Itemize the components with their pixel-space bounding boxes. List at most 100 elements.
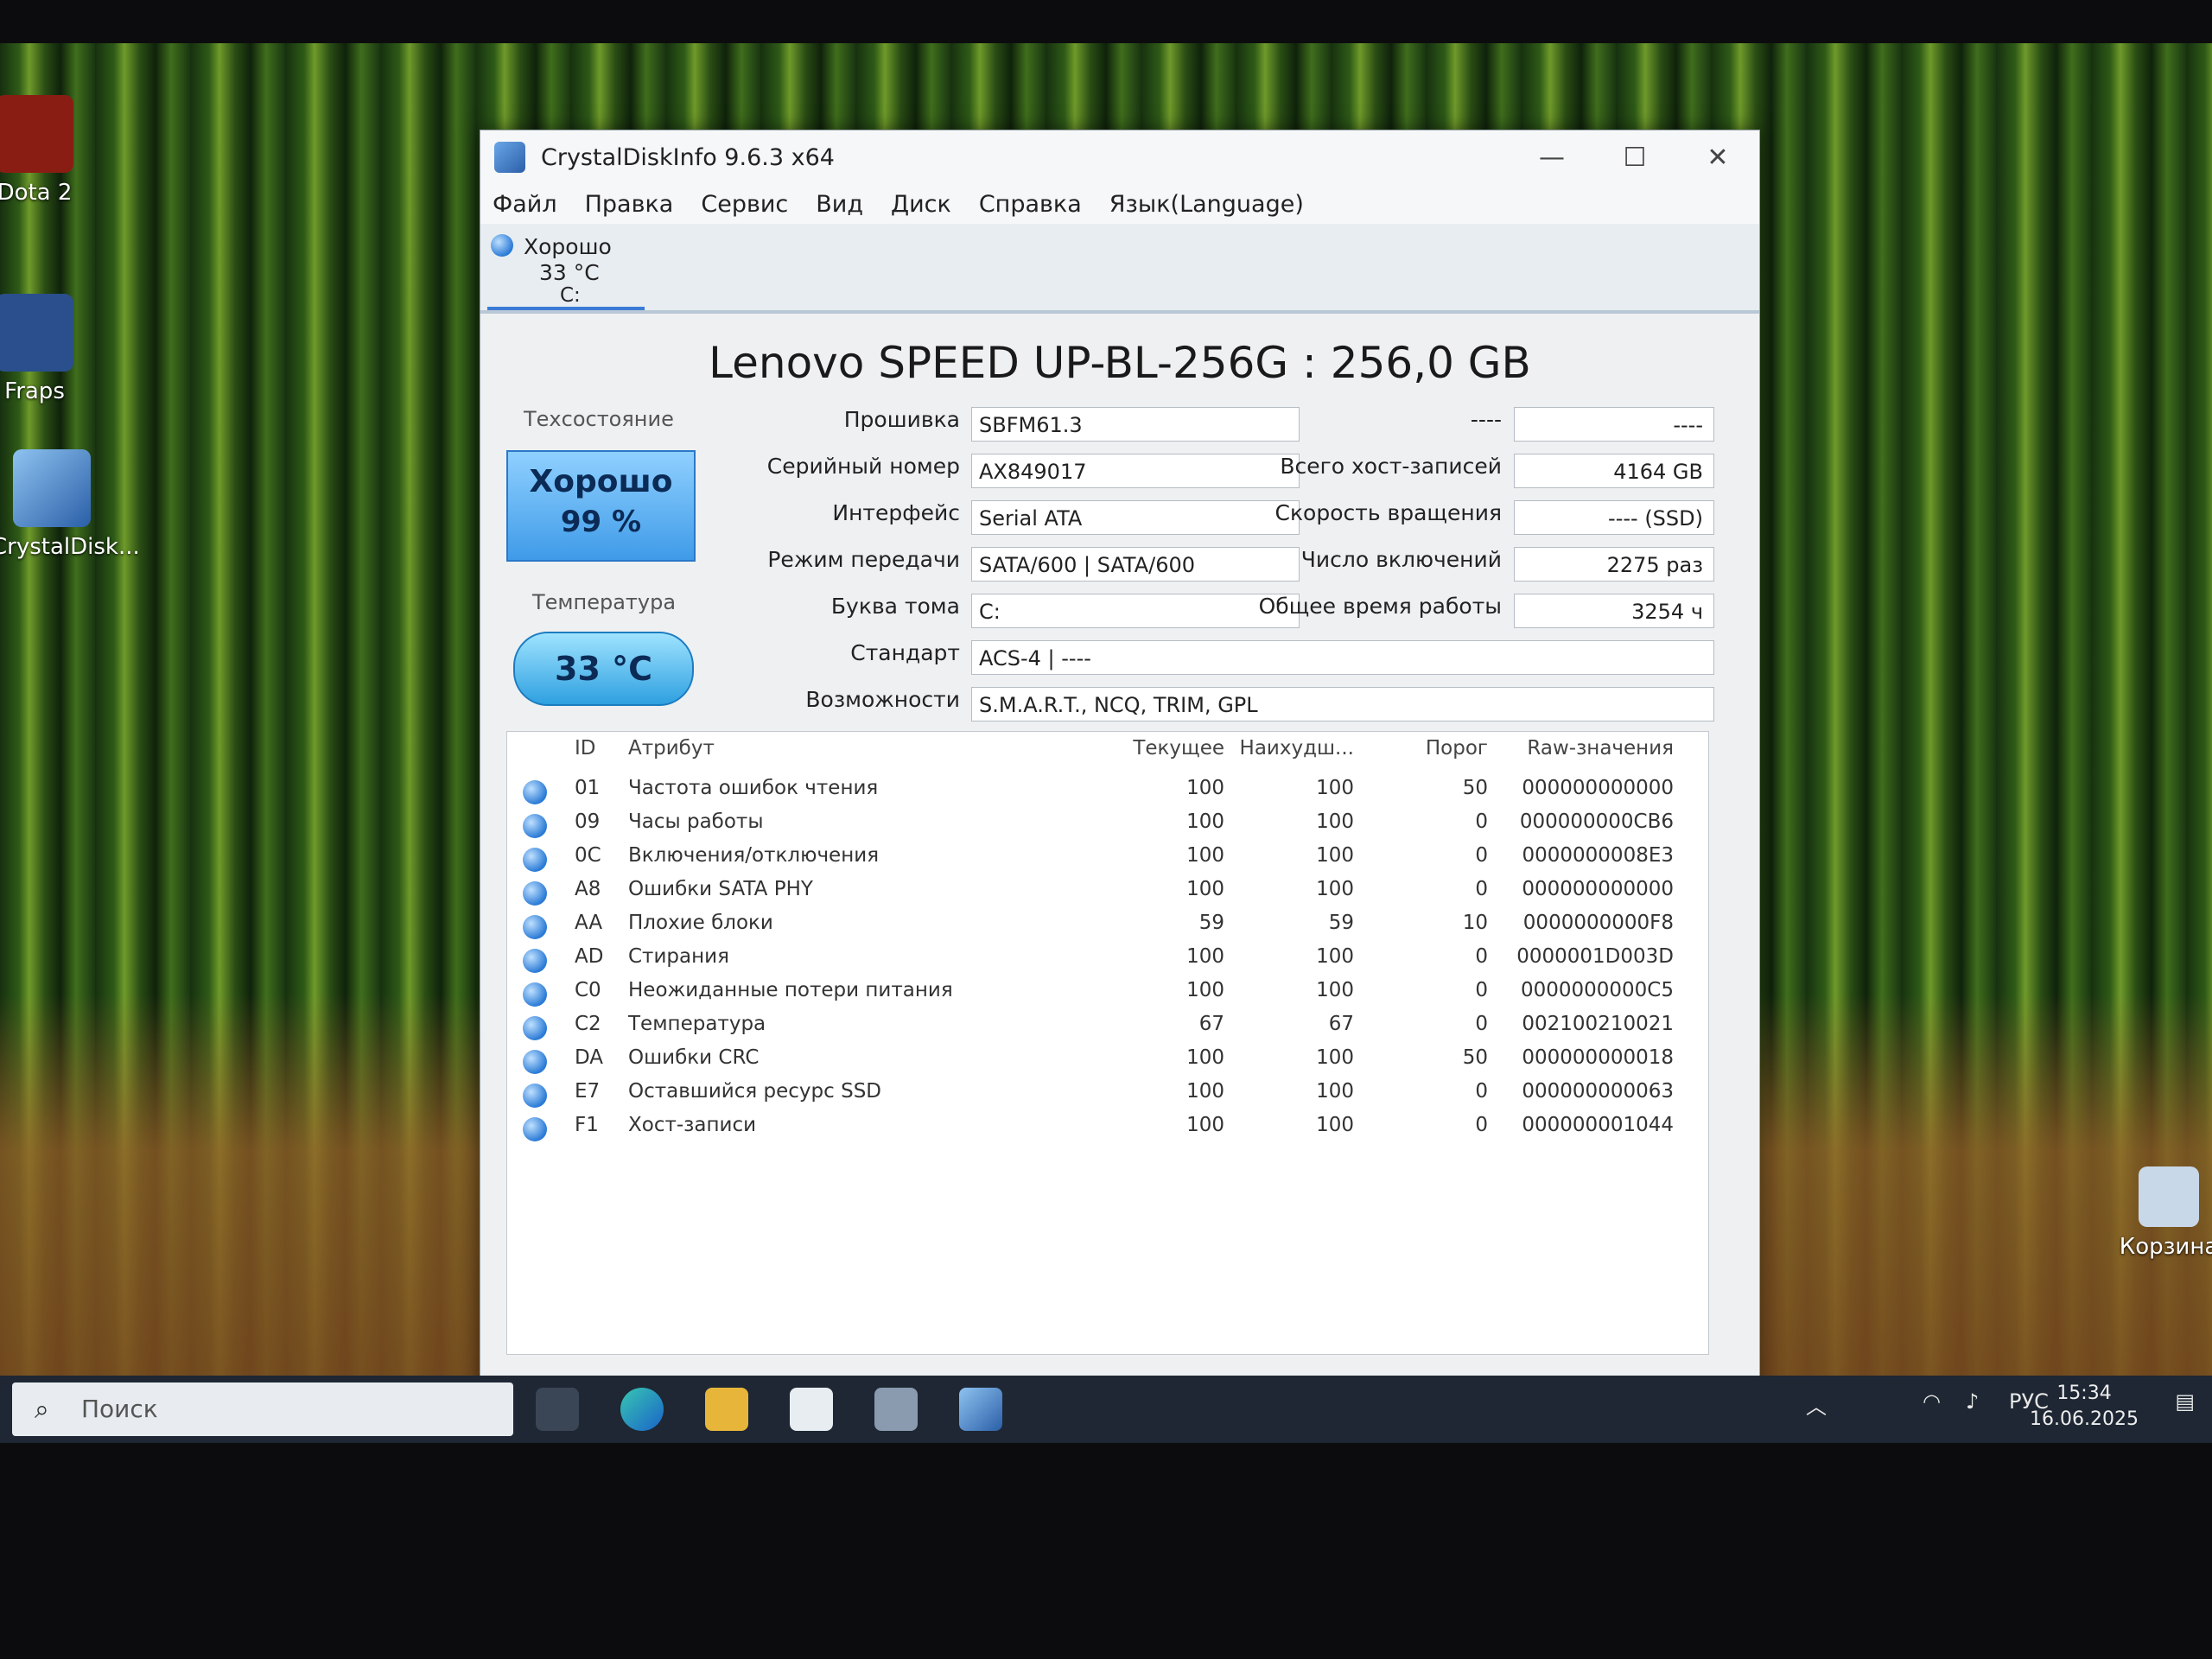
info-standard-field: ACS-4 | ---- [971, 640, 1714, 675]
menu-disk[interactable]: Диск [891, 191, 951, 218]
table-row[interactable]: AA Плохие блоки 59 59 10 0000000000F8 [507, 912, 1708, 944]
info-unknown-label: ---- [1310, 407, 1502, 442]
info-firmware-label: Прошивка [480, 407, 960, 442]
menu-service[interactable]: Сервис [701, 191, 788, 218]
menu-view[interactable]: Вид [816, 191, 863, 218]
cell-current: 100 [1186, 1046, 1224, 1069]
desktop-icon-crystaldisk[interactable]: CrystalDisk... [0, 449, 140, 560]
disk-tab-status: Хорошо [524, 234, 612, 259]
disk-tab-bar: Хорошо 33 °C C: [480, 224, 1759, 314]
disk-tab-letter: C: [560, 284, 581, 307]
info-key: Буква тома [830, 594, 960, 619]
info-serial-label: Серийный номер [480, 454, 960, 488]
desktop-icon-dota2[interactable]: Dota 2 [0, 95, 95, 206]
store-icon[interactable] [790, 1388, 833, 1431]
network-icon[interactable]: ◠ [1923, 1389, 1941, 1414]
title-bar[interactable]: CrystalDiskInfo 9.6.3 x64 — ☐ ✕ [480, 130, 1759, 184]
cell-threshold: 0 [1475, 1080, 1488, 1103]
cell-raw: 000000000018 [1522, 1046, 1674, 1069]
menu-help[interactable]: Справка [979, 191, 1082, 218]
cell-attribute: Плохие блоки [628, 912, 773, 934]
volume-icon[interactable]: ♪ [1966, 1389, 1979, 1414]
cell-current: 100 [1186, 777, 1224, 799]
header-attribute[interactable]: Атрибут [628, 737, 715, 760]
cell-id: C0 [575, 979, 601, 1001]
cell-threshold: 0 [1475, 878, 1488, 900]
header-current[interactable]: Текущее [1133, 737, 1224, 760]
header-id[interactable]: ID [575, 737, 596, 760]
table-row[interactable]: C2 Температура 67 67 0 002100210021 [507, 1013, 1708, 1046]
cell-raw: 000000000000 [1522, 878, 1674, 900]
table-row[interactable]: C0 Неожиданные потери питания 100 100 0 … [507, 979, 1708, 1012]
status-dot-icon [523, 881, 547, 906]
desktop-icon-recycle-bin[interactable]: Корзина [2108, 1166, 2212, 1260]
table-row[interactable]: 01 Частота ошибок чтения 100 100 50 0000… [507, 777, 1708, 810]
menu-edit[interactable]: Правка [585, 191, 674, 218]
cell-threshold: 10 [1462, 912, 1488, 934]
table-row[interactable]: A8 Ошибки SATA PHY 100 100 0 00000000000… [507, 878, 1708, 911]
close-button[interactable]: ✕ [1676, 130, 1759, 184]
cell-id: F1 [575, 1114, 599, 1136]
desktop-icon-fraps[interactable]: Fraps [0, 294, 95, 404]
maximize-button[interactable]: ☐ [1593, 130, 1676, 184]
minimize-button[interactable]: — [1510, 130, 1593, 184]
edge-browser-icon[interactable] [620, 1388, 664, 1431]
cell-threshold: 0 [1475, 945, 1488, 968]
table-row[interactable]: 0C Включения/отключения 100 100 0 000000… [507, 844, 1708, 877]
info-standard-label: Стандарт [480, 640, 960, 675]
table-row[interactable]: E7 Оставшийся ресурс SSD 100 100 0 00000… [507, 1080, 1708, 1113]
crystaldiskinfo-taskbar-icon[interactable] [959, 1388, 1002, 1431]
cell-threshold: 50 [1462, 1046, 1488, 1069]
clock-time: 15:34 [2056, 1382, 2112, 1404]
table-row[interactable]: F1 Хост-записи 100 100 0 000000001044 [507, 1114, 1708, 1147]
table-row[interactable]: AD Стирания 100 100 0 0000001D003D [507, 945, 1708, 978]
info-key: Общее время работы [1258, 594, 1502, 619]
cell-current: 100 [1186, 844, 1224, 867]
cell-attribute: Хост-записи [628, 1114, 757, 1136]
cell-worst: 100 [1316, 979, 1354, 1001]
cell-raw: 002100210021 [1522, 1013, 1674, 1035]
cell-attribute: Ошибки CRC [628, 1046, 760, 1069]
header-worst[interactable]: Наихудш... [1240, 737, 1354, 760]
health-status-dot-icon [491, 234, 513, 257]
taskbar-search[interactable]: ⌕ Поиск [12, 1382, 513, 1436]
search-input[interactable]: Поиск [81, 1395, 158, 1423]
task-view-icon[interactable] [536, 1388, 579, 1431]
cell-worst: 67 [1328, 1013, 1354, 1035]
cell-attribute: Включения/отключения [628, 844, 880, 867]
cell-attribute: Частота ошибок чтения [628, 777, 879, 799]
table-row[interactable]: DA Ошибки CRC 100 100 50 000000000018 [507, 1046, 1708, 1079]
fraps-taskbar-icon[interactable] [874, 1388, 918, 1431]
info-power-hours-label: Общее время работы [1259, 594, 1502, 628]
notifications-icon[interactable]: ▤ [2175, 1389, 2195, 1414]
taskbar-clock[interactable]: 15:34 16.06.2025 [2030, 1381, 2139, 1433]
cell-id: DA [575, 1046, 604, 1069]
header-threshold[interactable]: Порог [1426, 737, 1488, 760]
show-hidden-icons-chevron-icon[interactable]: ︿ [1806, 1389, 1827, 1420]
desktop-icon-label: Корзина [2119, 1234, 2212, 1260]
info-drive-letter-field: C: [971, 594, 1300, 628]
info-key: Возможности [805, 687, 960, 712]
cell-worst: 100 [1316, 810, 1354, 833]
status-dot-icon [523, 1084, 547, 1108]
info-features-label: Возможности [480, 687, 960, 721]
header-raw[interactable]: Raw-значения [1527, 737, 1674, 760]
status-dot-icon [523, 1016, 547, 1040]
file-explorer-icon[interactable] [705, 1388, 748, 1431]
menu-file[interactable]: Файл [493, 191, 557, 218]
info-key: Режим передачи [767, 547, 960, 572]
cell-attribute: Ошибки SATA PHY [628, 878, 813, 900]
cell-worst: 59 [1328, 912, 1354, 934]
table-row[interactable]: 09 Часы работы 100 100 0 000000000CB6 [507, 810, 1708, 843]
cell-id: 0C [575, 844, 601, 867]
info-key: Стандарт [850, 640, 960, 665]
cell-id: AA [575, 912, 603, 934]
menu-language[interactable]: Язык(Language) [1109, 191, 1304, 218]
status-dot-icon [523, 1050, 547, 1074]
menu-bar: Файл Правка Сервис Вид Диск Справка Язык… [480, 184, 1759, 224]
cell-current: 100 [1186, 1080, 1224, 1103]
status-dot-icon [523, 780, 547, 804]
cell-raw: 0000000000F8 [1522, 912, 1674, 934]
disk-tab-c[interactable]: Хорошо 33 °C C: [487, 227, 645, 310]
cell-worst: 100 [1316, 844, 1354, 867]
